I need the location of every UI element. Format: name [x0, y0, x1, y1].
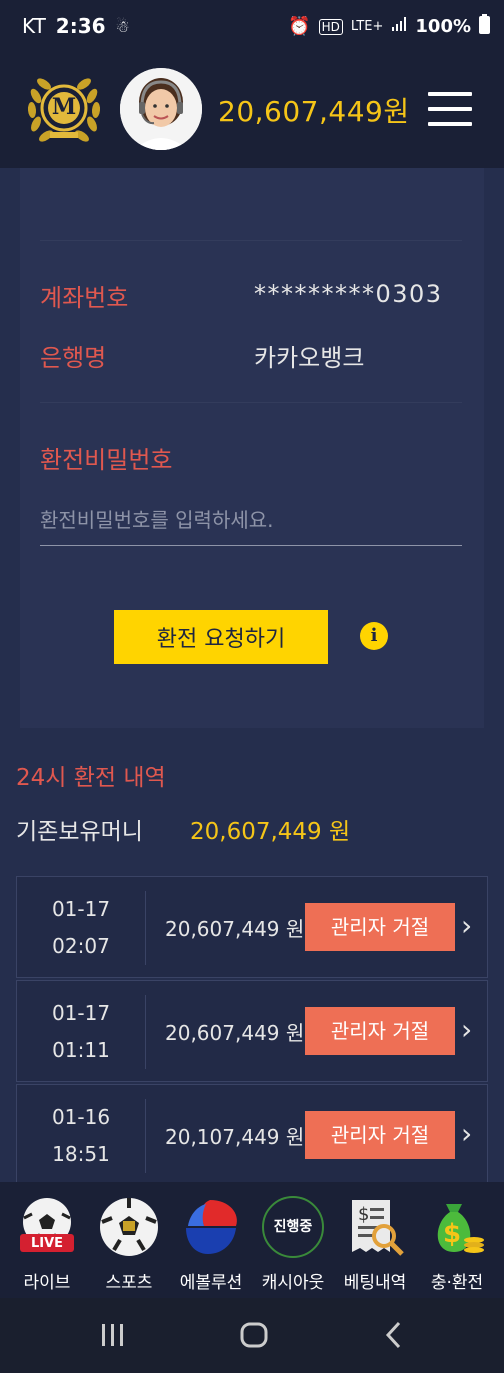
account-number-label: 계좌번호 — [40, 284, 129, 312]
history-title: 24시 환전 내역 — [16, 765, 166, 791]
soccer-ball-icon — [98, 1196, 160, 1258]
history-amount: 20,607,449 원 — [165, 917, 305, 941]
live-badge: LIVE — [30, 1236, 64, 1251]
nav-item-deposit-withdraw[interactable]: $ 충·환전 — [416, 1196, 498, 1296]
history-datetime: 01-16 18:51 — [17, 1099, 145, 1173]
bank-name-value: 카카오뱅크 — [254, 344, 365, 372]
svg-text:$: $ — [443, 1219, 461, 1249]
cashout-badge: 진행중 — [273, 1219, 313, 1235]
nav-label: 캐시아웃 — [261, 1273, 325, 1293]
history-date: 01-17 — [51, 1001, 111, 1025]
signal-icon — [391, 16, 407, 37]
betting-receipt-icon: $ — [344, 1196, 406, 1258]
nav-label: 스포츠 — [105, 1273, 153, 1293]
back-icon[interactable] — [384, 1320, 404, 1350]
history-date: 01-17 — [51, 897, 111, 921]
rejected-status-button[interactable]: 관리자 거절 — [305, 903, 455, 951]
row-separator — [145, 995, 146, 1069]
svg-text:$: $ — [358, 1204, 369, 1225]
password-label: 환전비밀번호 — [40, 446, 173, 474]
history-time: 01:11 — [52, 1038, 110, 1062]
evolution-icon — [180, 1196, 242, 1258]
hamburger-menu-icon[interactable] — [428, 92, 472, 126]
history-row[interactable]: 01-17 01:11 20,607,449 원 관리자 거절 › — [16, 980, 488, 1082]
nav-item-live[interactable]: LIVE 라이브 — [6, 1196, 88, 1296]
live-soccer-icon: LIVE — [16, 1196, 78, 1258]
chevron-right-icon[interactable]: › — [461, 1117, 472, 1150]
bank-name-label: 은행명 — [40, 344, 107, 372]
rejected-status-button[interactable]: 관리자 거절 — [305, 1111, 455, 1159]
hold-money-label: 기존보유머니 — [16, 819, 143, 845]
divider — [40, 402, 462, 403]
history-date: 01-16 — [51, 1105, 111, 1129]
rejected-status-button[interactable]: 관리자 거절 — [305, 1007, 455, 1055]
carrier-label: KT — [22, 14, 46, 38]
row-separator — [145, 891, 146, 965]
nav-label: 에볼루션 — [179, 1273, 243, 1293]
withdraw-request-button[interactable]: 환전 요청하기 — [114, 610, 328, 664]
notification-icon: ☃ — [115, 16, 130, 36]
clock: 2:36 — [55, 14, 106, 38]
nav-label: 라이브 — [23, 1273, 71, 1293]
logo-letter: M — [51, 94, 77, 120]
withdraw-password-input[interactable] — [40, 494, 462, 546]
laurel-logo-icon[interactable]: M — [22, 66, 106, 150]
history-row[interactable]: 01-16 18:51 20,107,449 원 관리자 거절 › — [16, 1084, 488, 1182]
withdraw-content: 계좌번호 *********0303 은행명 카카오뱅크 환전비밀번호 환전 요… — [0, 168, 504, 1182]
support-agent-avatar[interactable] — [120, 68, 202, 150]
history-row[interactable]: 01-17 02:07 20,607,449 원 관리자 거절 › — [16, 876, 488, 978]
app-header: M 20,607,449원 — [0, 50, 504, 168]
history-amount: 20,107,449 원 — [165, 1125, 305, 1149]
history-amount: 20,607,449 원 — [165, 1021, 305, 1045]
history-datetime: 01-17 02:07 — [17, 891, 145, 965]
nav-item-sports[interactable]: 스포츠 — [88, 1196, 170, 1296]
hold-money-value: 20,607,449 원 — [190, 819, 351, 845]
nav-label: 충·환전 — [430, 1273, 484, 1293]
battery-label: 100% — [415, 16, 471, 37]
cashout-icon: 진행중 — [262, 1196, 324, 1258]
divider — [40, 240, 462, 241]
nav-label: 베팅내역 — [343, 1273, 407, 1293]
hd-icon: HD — [318, 18, 343, 35]
chevron-right-icon[interactable]: › — [461, 1013, 472, 1046]
history-time: 18:51 — [52, 1142, 110, 1166]
chevron-right-icon[interactable]: › — [461, 909, 472, 942]
status-bar: KT 2:36 ☃ ⏰ HD LTE+ 100% — [0, 0, 504, 50]
money-bag-icon: $ — [426, 1196, 488, 1258]
history-time: 02:07 — [52, 934, 110, 958]
recent-apps-icon[interactable] — [100, 1320, 126, 1350]
row-separator — [145, 1099, 146, 1173]
bottom-nav: LIVE 라이브 스포츠 에볼루션 진행중 캐시아웃 $ 베팅내역 $ 충·환전 — [0, 1182, 504, 1298]
history-datetime: 01-17 01:11 — [17, 995, 145, 1069]
system-nav-bar — [0, 1298, 504, 1373]
home-icon[interactable] — [240, 1320, 268, 1350]
account-number-value: *********0303 — [254, 280, 443, 308]
nav-item-evolution[interactable]: 에볼루션 — [170, 1196, 252, 1296]
battery-icon — [479, 14, 490, 39]
nav-item-bet-history[interactable]: $ 베팅내역 — [334, 1196, 416, 1296]
nav-item-cashout[interactable]: 진행중 캐시아웃 — [252, 1196, 334, 1296]
info-icon[interactable]: i — [360, 622, 388, 650]
header-balance: 20,607,449원 — [218, 95, 410, 128]
network-label: LTE+ — [350, 19, 384, 34]
alarm-icon: ⏰ — [288, 16, 311, 37]
